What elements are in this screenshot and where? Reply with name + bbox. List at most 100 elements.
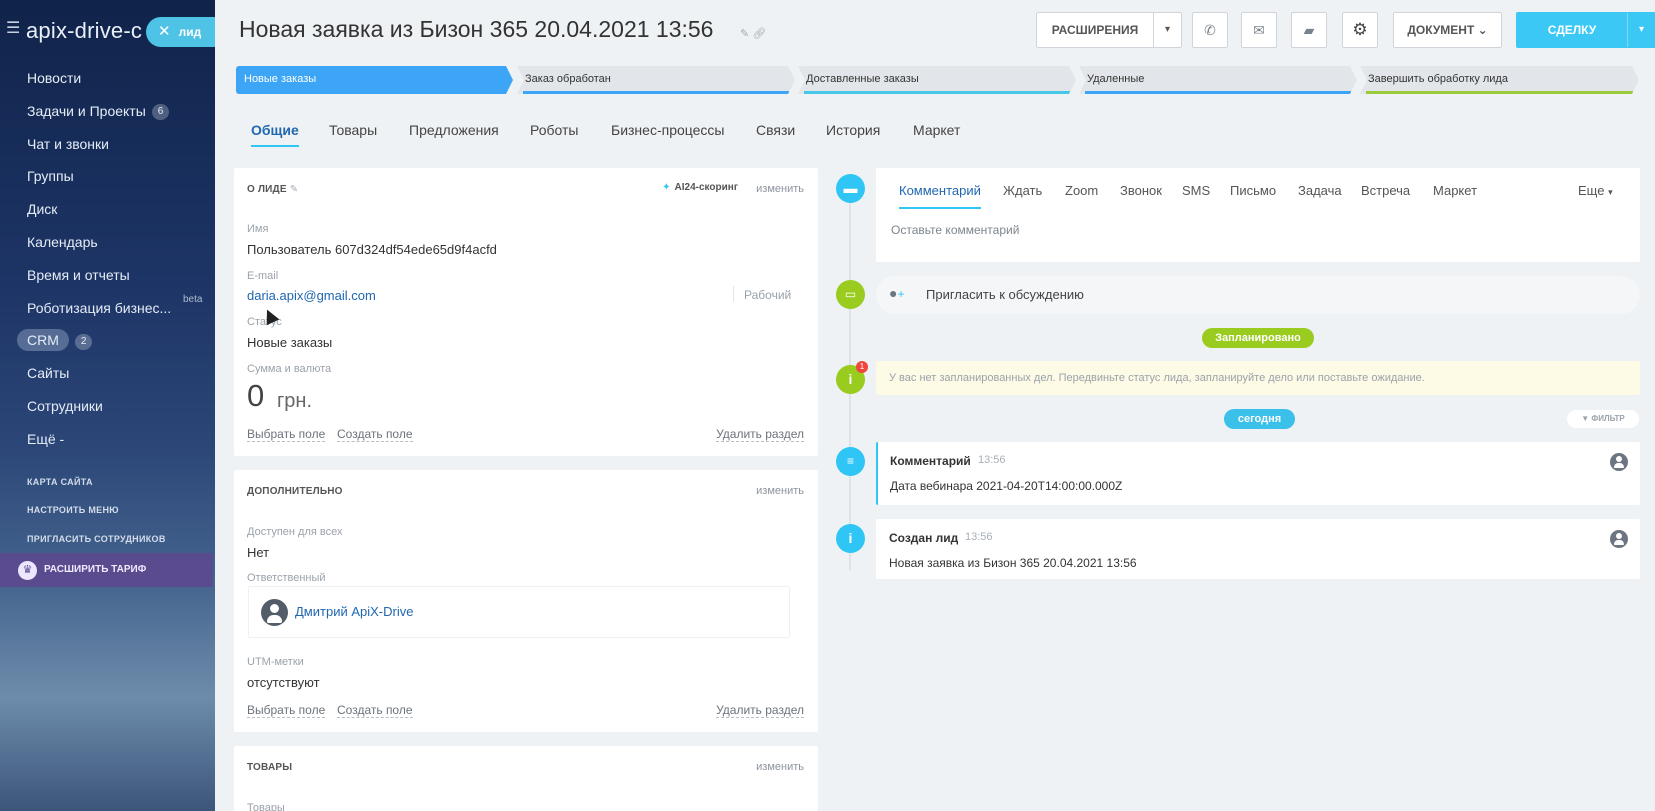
convert-deal-button[interactable]: СДЕЛКУ ▾ [1516,12,1655,48]
tasks-counter: 6 [151,104,170,121]
tab-history[interactable]: История [826,122,880,138]
stage-deleted[interactable]: Удаленные [1079,66,1357,94]
tab-general[interactable]: Общие [251,122,299,147]
chat-icon: ▭ [836,280,865,309]
planned-text: У вас нет запланированных дел. Передвинь… [889,372,1425,384]
stage-new-orders[interactable]: Новые заказы [236,66,513,94]
create-field-link[interactable]: Создать поле [337,703,413,718]
document-button[interactable]: ДОКУМЕНТ ⌄ [1393,12,1502,48]
crm-counter: 2 [74,333,93,350]
responsible-label: Ответственный [247,572,326,584]
chat-icon[interactable]: ▰ [1291,12,1327,48]
entry-time: 13:56 [978,454,1006,466]
responsible-link[interactable]: Дмитрий ApiX-Drive [295,604,413,619]
sitemap-link[interactable]: КАРТА САЙТА [27,477,93,487]
scoring-label: AI24-скоринг [674,182,738,193]
sidebar-item-calendar[interactable]: Календарь [0,226,215,259]
tab-task[interactable]: Задача [1298,183,1342,198]
tab-wait[interactable]: Ждать [1003,183,1042,198]
responsible-box[interactable]: Дмитрий ApiX-Drive [248,586,790,638]
sidebar-item-news[interactable]: Новости [0,62,215,95]
stage-delivered[interactable]: Доставленные заказы [798,66,1076,94]
add-user-icon: ●+ [889,285,905,301]
sidebar-item-robotization[interactable]: Роботизация бизнес... beta [0,292,215,325]
upgrade-plan-button[interactable]: ♛ РАСШИРИТЬ ТАРИФ [0,553,213,587]
delete-section-link[interactable]: Удалить раздел [716,427,804,442]
stage-finish[interactable]: Завершить обработку лида [1360,66,1639,94]
tab-email[interactable]: Письмо [1230,183,1276,198]
sidebar-item-label: Диск [27,201,58,218]
tab-zoom[interactable]: Zoom [1065,183,1098,198]
timeline-editor: Комментарий Ждать Zoom Звонок SMS Письмо… [876,168,1640,262]
avatar[interactable] [1610,453,1628,471]
scoring-icon: ✦ [662,182,671,193]
invite-employees-link[interactable]: ПРИГЛАСИТЬ СОТРУДНИКОВ [27,534,166,544]
access-label: Доступен для всех [247,526,343,538]
filter-label: ФИЛЬТР [1591,414,1625,423]
utm-label: UTM-метки [247,656,304,668]
close-lead-button[interactable]: ✕ лид [146,17,215,47]
divider [733,286,734,302]
tab-business-processes[interactable]: Бизнес-процессы [611,122,724,138]
ai24-scoring-button[interactable]: ✦ AI24-скоринг [662,182,738,193]
tab-call[interactable]: Звонок [1120,183,1162,198]
timeline-entry: Создан лид 13:56 Новая заявка из Бизон 3… [876,519,1640,579]
tab-robots[interactable]: Роботы [530,122,578,138]
pencil-icon[interactable]: ✎ [290,184,299,195]
comment-icon: ▬ [836,174,865,203]
sidebar-item-tasks[interactable]: Задачи и Проекты 6 [0,95,215,128]
edit-link[interactable]: изменить [756,183,804,195]
sidebar-item-groups[interactable]: Группы [0,160,215,193]
create-field-link[interactable]: Создать поле [337,427,413,442]
select-field-link[interactable]: Выбрать поле [247,427,326,442]
edit-link[interactable]: изменить [756,761,804,773]
entry-text: Новая заявка из Бизон 365 20.04.2021 13:… [889,556,1137,570]
extensions-label: РАСШИРЕНИЯ [1051,23,1139,37]
sidebar-item-sites[interactable]: Сайты [0,357,215,390]
comment-input[interactable]: Оставьте комментарий [891,223,1019,237]
crown-icon: ♛ [18,561,37,580]
upgrade-label: РАСШИРИТЬ ТАРИФ [44,564,147,575]
more-tabs-button[interactable]: Еще ▾ [1578,183,1613,198]
delete-section-link[interactable]: Удалить раздел [716,703,804,718]
extensions-button[interactable]: РАСШИРЕНИЯ ▾ [1036,12,1182,48]
stage-order-processed[interactable]: Заказ обработан [517,66,795,94]
tab-links[interactable]: Связи [756,122,795,138]
sidebar-item-more[interactable]: Ещё - [0,423,215,456]
portal-name[interactable]: apix-drive-c [26,18,142,44]
gear-icon[interactable]: ⚙ [1342,12,1378,48]
card-title: ТОВАРЫ [247,762,293,773]
filter-button[interactable]: ▼ ФИЛЬТР [1567,410,1639,428]
sidebar-item-chat[interactable]: Чат и звонки [0,128,215,161]
link-icon[interactable]: 🔗︎ [752,28,766,40]
menu-icon[interactable]: ☰ [6,21,20,37]
tab-sms[interactable]: SMS [1182,183,1210,198]
goods-label: Товары [247,802,285,811]
chevron-down-icon[interactable]: ▾ [1153,13,1181,47]
stage-bar [523,91,789,94]
sidebar-item-label: Сотрудники [27,397,103,414]
mail-icon[interactable]: ✉ [1241,12,1277,48]
tab-market[interactable]: Маркет [1433,183,1477,198]
tab-comment[interactable]: Комментарий [899,183,981,209]
tab-market[interactable]: Маркет [913,122,960,138]
stage-label: Удаленные [1087,73,1145,85]
sidebar-item-disk[interactable]: Диск [0,193,215,226]
invite-discussion[interactable]: ●+ Пригласить к обсуждению [876,276,1640,314]
configure-menu-link[interactable]: НАСТРОИТЬ МЕНЮ [27,505,119,515]
edit-link[interactable]: изменить [756,485,804,497]
tab-goods[interactable]: Товары [329,122,377,138]
chevron-down-icon[interactable]: ▾ [1627,13,1655,47]
avatar[interactable] [1610,530,1628,548]
sidebar-item-employees[interactable]: Сотрудники [0,390,215,423]
select-field-link[interactable]: Выбрать поле [247,703,326,718]
stage-label: Новые заказы [244,73,317,85]
phone-icon[interactable]: ✆ [1192,12,1228,48]
entry-text: Дата вебинара 2021-04-20T14:00:00.000Z [890,479,1123,493]
tab-offers[interactable]: Предложения [409,122,499,138]
avatar [261,599,288,626]
tab-meeting[interactable]: Встреча [1361,183,1410,198]
pencil-icon[interactable]: ✎ [740,28,749,40]
email-link[interactable]: daria.apix@gmail.com [247,288,376,303]
sidebar-item-crm[interactable]: CRM 2 [0,324,215,357]
